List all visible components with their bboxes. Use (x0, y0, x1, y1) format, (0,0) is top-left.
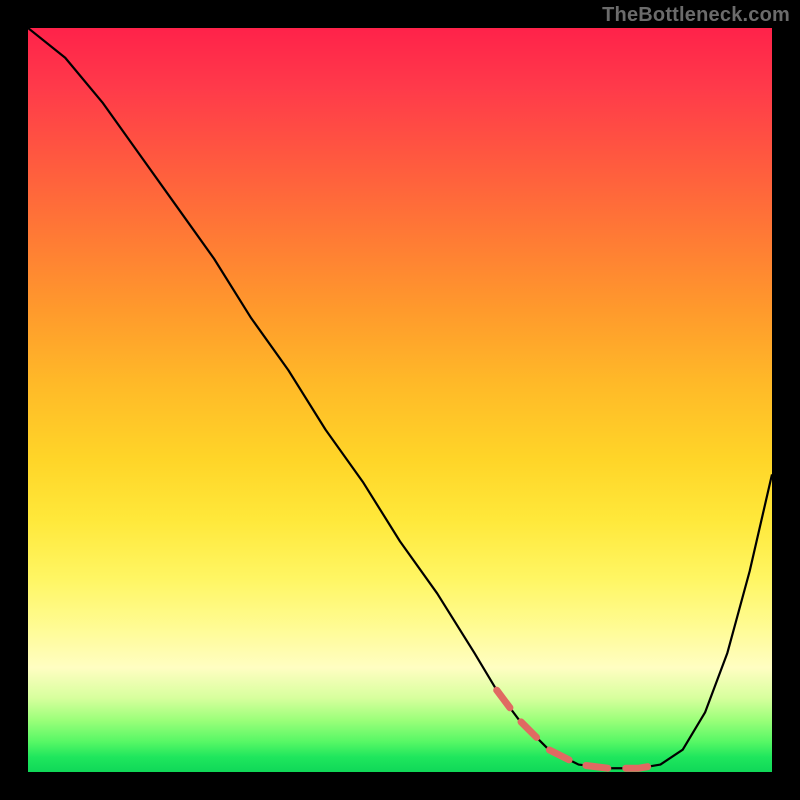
chart-frame: TheBottleneck.com (0, 0, 800, 800)
low-bottleneck-accent (497, 690, 661, 768)
watermark-text: TheBottleneck.com (602, 4, 790, 27)
plot-svg (28, 28, 772, 772)
bottleneck-curve (28, 28, 772, 768)
plot-area (28, 28, 772, 772)
